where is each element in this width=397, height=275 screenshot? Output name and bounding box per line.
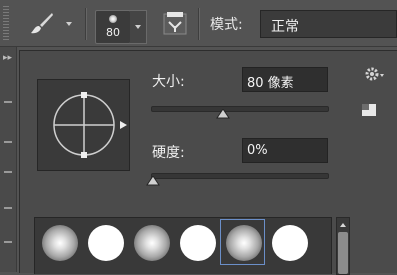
- soft-brush-tip-icon: [42, 225, 78, 261]
- panel-divider: [4, 207, 12, 209]
- mode-label: 模式:: [210, 17, 243, 33]
- brush-size-readout: 80: [106, 26, 120, 39]
- brush-preset-hard-round[interactable]: [82, 219, 127, 265]
- brush-icon[interactable]: [28, 12, 54, 36]
- blend-mode-select[interactable]: 正常: [260, 10, 397, 38]
- hardness-input[interactable]: 0%: [242, 138, 328, 163]
- panel-divider: [4, 141, 12, 143]
- panel-divider: [4, 171, 12, 173]
- hard-brush-tip-icon: [88, 225, 124, 261]
- toolbar-separator: [85, 8, 87, 40]
- brush-preset-grid: [34, 217, 332, 274]
- size-slider-thumb[interactable]: [216, 109, 230, 119]
- brush-angle-roundness-icon[interactable]: [38, 80, 129, 170]
- brush-angle-preview[interactable]: [37, 79, 130, 171]
- brush-panel-toggle-icon[interactable]: [163, 11, 187, 37]
- hard-brush-tip-icon: [180, 225, 216, 261]
- toolbar-separator: [198, 8, 200, 40]
- preset-scrollbar[interactable]: [336, 217, 350, 275]
- tool-preset-dropdown-icon[interactable]: [66, 22, 72, 26]
- blend-mode-value: 正常: [271, 19, 299, 35]
- brush-preset-dropdown-button[interactable]: [130, 10, 147, 44]
- brush-preset-hard-round[interactable]: [266, 219, 311, 265]
- panel-divider: [4, 101, 12, 103]
- scrollbar-thumb[interactable]: [338, 232, 348, 274]
- brush-preset-soft-round[interactable]: [128, 219, 173, 265]
- brush-tip-preview-icon: [109, 15, 117, 23]
- hardness-label: 硬度:: [152, 145, 185, 161]
- brush-preset-hard-round[interactable]: [174, 219, 219, 265]
- size-input[interactable]: 80 像素: [242, 67, 328, 92]
- chevron-down-icon: [135, 25, 141, 29]
- brush-preset-picker[interactable]: 80: [95, 10, 131, 44]
- brush-preset-popup: 大小: 80 像素 硬度: 0%: [19, 50, 397, 275]
- hardness-value: 0%: [247, 143, 268, 158]
- soft-brush-tip-icon: [226, 225, 262, 261]
- hardness-slider[interactable]: [151, 173, 329, 179]
- brush-preset-soft-round[interactable]: [36, 219, 81, 265]
- hard-brush-tip-icon: [272, 225, 308, 261]
- size-value: 80 像素: [247, 76, 294, 91]
- size-slider[interactable]: [151, 106, 329, 112]
- expand-panels-icon[interactable]: ▸▸: [3, 53, 12, 63]
- soft-brush-tip-icon: [134, 225, 170, 261]
- hardness-slider-thumb[interactable]: [146, 176, 160, 186]
- new-preset-icon[interactable]: [361, 103, 377, 117]
- brush-preset-soft-round-selected[interactable]: [220, 219, 265, 265]
- panel-divider: [4, 241, 12, 243]
- size-label: 大小:: [152, 74, 185, 90]
- scroll-up-icon[interactable]: [340, 223, 346, 227]
- tools-panel-strip: ▸▸: [0, 47, 17, 272]
- gear-icon[interactable]: [364, 65, 386, 83]
- toolbar-grip[interactable]: [3, 6, 9, 40]
- options-bar: 80 模式: 正常: [0, 0, 397, 47]
